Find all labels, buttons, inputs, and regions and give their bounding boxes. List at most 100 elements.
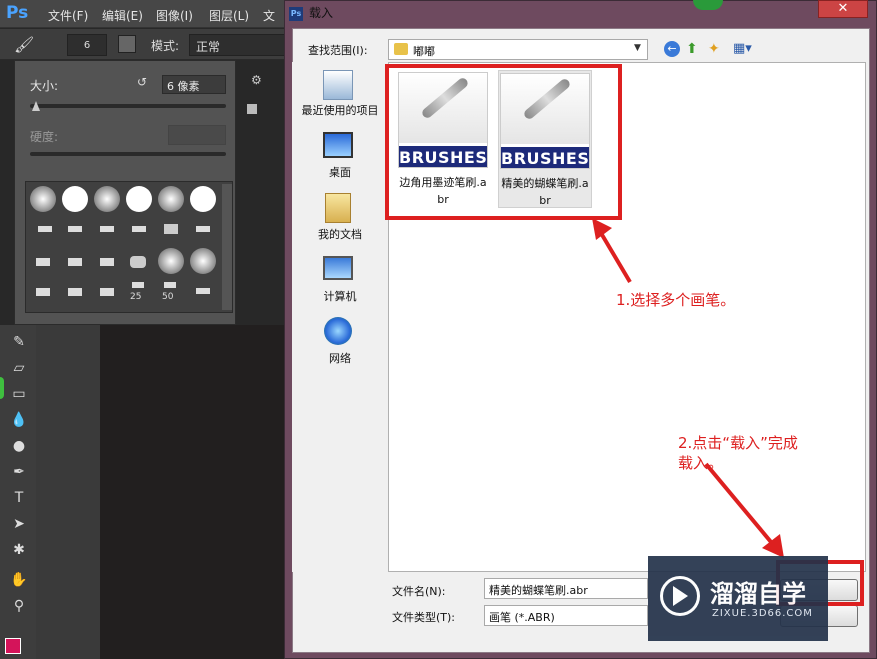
hard-round-brush-icon[interactable] (62, 186, 88, 212)
presets-scrollbar[interactable] (222, 184, 232, 310)
play-triangle-icon (673, 586, 688, 606)
hardness-label: 硬度: (30, 130, 59, 144)
brush-size-picker[interactable]: 6 (67, 34, 107, 56)
hand-tool-icon[interactable]: ✋ (8, 569, 30, 591)
lookin-value: 嘟嘟 (413, 45, 435, 58)
documents-icon[interactable] (325, 193, 351, 223)
up-folder-icon[interactable]: ⬆ (686, 41, 702, 57)
mode-label: 模式: (151, 39, 180, 53)
recent-icon[interactable] (323, 70, 353, 100)
gradient-tool-icon[interactable]: ▭ (8, 383, 30, 405)
menu-layer[interactable]: 图层(L) (209, 7, 249, 24)
brush-tip-icon[interactable] (38, 226, 52, 232)
type-tool-icon[interactable]: T (8, 487, 30, 509)
document-canvas[interactable] (100, 325, 285, 659)
hard-round-brush-icon[interactable] (190, 186, 216, 212)
close-button[interactable]: ✕ (818, 0, 868, 18)
brush-tip-icon[interactable] (68, 258, 82, 266)
options-bar: 🖌 6 模式: 正常 (0, 29, 285, 60)
menu-file[interactable]: 文件(F) (48, 7, 88, 24)
eraser-tool-icon[interactable]: ▱ (8, 357, 30, 379)
size-label: 大小: (30, 79, 59, 93)
annotation-step2-line1: 2.点击“载入”完成 (678, 434, 798, 452)
lookin-label: 查找范围(I): (308, 44, 368, 57)
annotation-step1: 1.选择多个画笔。 (616, 291, 736, 309)
place-computer[interactable]: 计算机 (296, 288, 384, 304)
place-recent[interactable]: 最近使用的项目 (296, 102, 384, 118)
active-indicator (0, 377, 4, 399)
place-network[interactable]: 网络 (296, 350, 384, 366)
brush-presets-grid: 25 50 (25, 181, 233, 313)
computer-icon[interactable] (323, 256, 353, 280)
brush-tip-icon[interactable] (100, 226, 114, 232)
hard-round-brush-icon[interactable] (126, 186, 152, 212)
brush-tip-icon[interactable] (132, 226, 146, 232)
tools-panel: ✎ ▱ ▭ 💧 ● ✒ T ➤ ✱ ✋ ⚲ (0, 325, 36, 659)
lookin-select[interactable]: 嘟嘟 ▼ (388, 39, 648, 60)
size-input[interactable]: 6 像素 (162, 75, 226, 94)
view-menu-icon[interactable]: ▦▾ (733, 41, 761, 57)
place-documents[interactable]: 我的文档 (296, 226, 384, 242)
menu-edit[interactable]: 编辑(E) (102, 7, 143, 24)
brush-tip-icon[interactable] (164, 224, 178, 234)
brush-tip-icon[interactable] (36, 258, 50, 266)
soft-round-brush-icon[interactable] (30, 186, 56, 212)
photoshop-logo: Ps (6, 3, 29, 23)
menu-image[interactable]: 图像(I) (156, 7, 193, 24)
soft-round-brush-icon[interactable] (158, 248, 184, 274)
filename-label: 文件名(N): (392, 585, 446, 598)
size-slider[interactable] (30, 104, 226, 108)
healing-tool-icon[interactable]: ✎ (8, 331, 30, 353)
back-icon[interactable]: ← (664, 41, 680, 57)
chevron-down-icon[interactable]: ▼ (634, 43, 641, 53)
brush-tip-icon[interactable] (68, 226, 82, 232)
brush-preset-panel: 大小: ↺ 6 像素 ⚙ 硬度: 25 50 (14, 60, 262, 325)
gear-icon[interactable]: ⚙ (251, 73, 262, 87)
brush-tip-icon[interactable] (68, 288, 82, 296)
brush-tip-icon[interactable] (100, 258, 114, 266)
path-select-tool-icon[interactable]: ➤ (8, 513, 30, 535)
brush-tip-icon[interactable] (130, 256, 146, 268)
brush-tip-icon[interactable] (36, 288, 50, 296)
soft-round-brush-icon[interactable] (94, 186, 120, 212)
brush-tip-icon[interactable] (100, 288, 114, 296)
brush-tip-icon[interactable] (164, 282, 176, 288)
preset-size-label: 25 (130, 292, 142, 302)
reset-icon[interactable]: ↺ (137, 75, 147, 89)
folder-icon (394, 43, 408, 55)
workspace-bg (36, 325, 100, 659)
brush-tool-icon[interactable]: 🖌 (14, 35, 34, 54)
mode-select[interactable]: 正常 (189, 34, 285, 56)
place-desktop[interactable]: 桌面 (296, 164, 384, 180)
zoom-tool-icon[interactable]: ⚲ (8, 595, 30, 617)
menu-more[interactable]: 文 (263, 7, 275, 24)
annotation-arrow (592, 218, 632, 284)
filename-input[interactable]: 精美的蝴蝶笔刷.abr (484, 578, 648, 599)
brush-tip-icon[interactable] (132, 282, 144, 288)
dodge-tool-icon[interactable]: ● (8, 435, 30, 457)
filetype-select[interactable]: 画笔 (*.ABR) (484, 605, 648, 626)
brush-tip-icon[interactable] (196, 226, 210, 232)
blur-tool-icon[interactable]: 💧 (8, 409, 30, 431)
desktop-icon[interactable] (323, 132, 353, 158)
soft-round-brush-icon[interactable] (190, 248, 216, 274)
dialog-ps-icon: Ps (289, 7, 303, 21)
pen-tool-icon[interactable]: ✒ (8, 461, 30, 483)
highlight-box-files (385, 64, 622, 220)
hardness-input[interactable] (168, 125, 226, 145)
foreground-color-swatch[interactable] (5, 638, 21, 654)
brush-panel-toggle-icon[interactable] (118, 35, 136, 53)
shape-tool-icon[interactable]: ✱ (8, 539, 30, 561)
new-preset-icon[interactable] (247, 104, 257, 114)
watermark-logo: 溜溜自学 ZIXUE.3D66.COM (648, 556, 828, 641)
preset-size-label: 50 (162, 292, 174, 302)
brush-tip-icon[interactable] (196, 288, 210, 294)
network-icon[interactable] (324, 317, 352, 345)
annotation-arrow (704, 462, 784, 558)
watermark-url: ZIXUE.3D66.COM (712, 608, 813, 619)
hardness-slider[interactable] (30, 152, 226, 156)
new-folder-icon[interactable]: ✦ (708, 41, 726, 57)
filetype-label: 文件类型(T): (392, 611, 456, 624)
soft-round-brush-icon[interactable] (158, 186, 184, 212)
dialog-title: 载入 (309, 6, 334, 20)
